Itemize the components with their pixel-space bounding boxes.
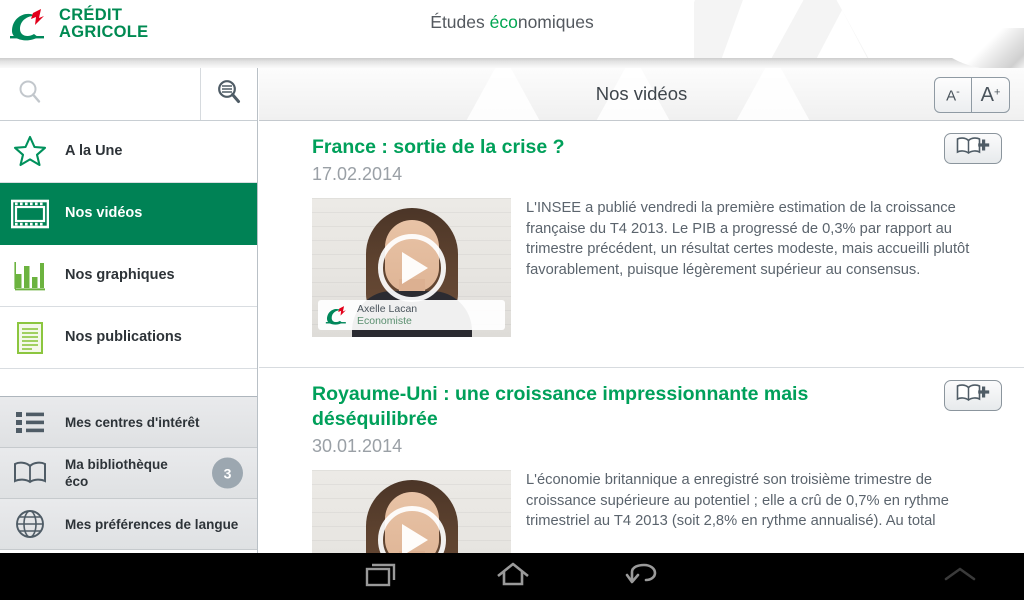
- document-search-icon: [215, 78, 243, 111]
- article-title[interactable]: France : sortie de la crise ?: [259, 135, 1024, 160]
- sidebar-item-label: A la Une: [65, 143, 123, 159]
- search-icon: [16, 78, 44, 111]
- sidebar: A la Une Nos vidéos Nos graphiques Nos p…: [0, 68, 258, 553]
- sidebar-divider: [0, 369, 257, 397]
- app-title-part-3: nomiques: [517, 12, 594, 32]
- sidebar-item-nos-publications[interactable]: Nos publications: [0, 307, 257, 369]
- article-text: L'économie britannique a enregistré son …: [526, 472, 949, 529]
- search-input-wrapper[interactable]: [0, 68, 201, 120]
- font-decrease-label: A: [946, 87, 957, 105]
- sidebar-item-label: Ma bibliothèque éco: [65, 456, 168, 490]
- article-item[interactable]: Royaume-Uni : une croissance impressionn…: [259, 367, 1024, 553]
- bar-chart-icon: [10, 260, 50, 292]
- film-strip-icon: [10, 199, 50, 229]
- sidebar-item-label: Mes préférences de langue: [65, 516, 239, 532]
- sidebar-item-label: Nos publications: [65, 329, 182, 345]
- font-decrease-button[interactable]: A-: [935, 78, 972, 112]
- add-to-library-button[interactable]: [944, 380, 1002, 411]
- sidebar-item-mes-preferences-de-langue[interactable]: Mes préférences de langue: [0, 499, 257, 550]
- header-divider: [0, 58, 1024, 68]
- article-date: 17.02.2014: [312, 164, 403, 184]
- credit-agricole-mark-icon: [324, 305, 350, 325]
- book-icon: [10, 460, 50, 486]
- font-size-controls: A- A+: [934, 77, 1010, 113]
- content-panel: Nos vidéos A- A+ France : sortie de la c…: [259, 68, 1024, 553]
- sidebar-item-a-la-une[interactable]: A la Une: [0, 121, 257, 183]
- article-text: L'INSEE a publié vendredi la première es…: [526, 200, 970, 278]
- list-icon: [10, 410, 50, 434]
- recent-apps-button[interactable]: [323, 553, 443, 600]
- speaker-role: Economiste: [357, 315, 412, 327]
- expand-navbar-button[interactable]: [900, 553, 1020, 600]
- sidebar-item-label: Mes centres d'intérêt: [65, 414, 200, 430]
- speaker-caption: Axelle Lacan Economiste: [318, 300, 505, 330]
- app-root: CRÉDIT AGRICOLE Études économiques A la …: [0, 0, 1024, 600]
- sidebar-item-ma-bibliotheque-eco[interactable]: Ma bibliothèque éco 3: [0, 448, 257, 499]
- video-thumbnail[interactable]: [312, 470, 511, 553]
- speaker-info: Axelle Lacan Economiste: [357, 303, 417, 327]
- home-button[interactable]: [453, 553, 573, 600]
- sidebar-item-label: Nos vidéos: [65, 205, 143, 221]
- article-date: 30.01.2014: [312, 436, 403, 456]
- app-title-part-1: Études: [430, 12, 490, 32]
- article-body: L'économie britannique a enregistré son …: [259, 458, 1024, 553]
- search-bar: [0, 68, 257, 121]
- font-increase-label: A: [980, 83, 994, 106]
- article-title[interactable]: Royaume-Uni : une croissance impressionn…: [259, 382, 1024, 432]
- android-navigation-bar: [0, 553, 1024, 600]
- speaker-name: Axelle Lacan: [357, 303, 418, 315]
- chevron-up-icon: [940, 564, 980, 589]
- back-icon: [624, 559, 662, 594]
- sidebar-item-label-line-1: Ma bibliothèque: [65, 457, 168, 472]
- add-to-library-button[interactable]: [944, 133, 1002, 164]
- star-icon: [10, 135, 50, 168]
- sidebar-item-label-line-2: éco: [65, 474, 89, 489]
- document-icon: [10, 321, 50, 355]
- video-thumbnail[interactable]: Axelle Lacan Economiste: [312, 198, 511, 337]
- sidebar-item-mes-centres-d-interet[interactable]: Mes centres d'intérêt: [0, 397, 257, 448]
- app-title-part-2: éco: [489, 12, 518, 32]
- article-item[interactable]: France : sortie de la crise ? 17.02.2014: [259, 121, 1024, 353]
- font-decrease-sign: -: [956, 85, 960, 98]
- sidebar-item-nos-videos[interactable]: Nos vidéos: [0, 183, 257, 245]
- font-increase-button[interactable]: A+: [972, 78, 1009, 112]
- globe-icon: [10, 509, 50, 539]
- recent-apps-icon: [364, 559, 402, 594]
- add-to-library-icon: [956, 383, 990, 408]
- back-button[interactable]: [583, 553, 703, 600]
- content-header: Nos vidéos A- A+: [259, 68, 1024, 121]
- page-title: Nos vidéos: [595, 83, 688, 104]
- status-badge: 3: [212, 457, 243, 489]
- app-title: Études économiques: [0, 12, 1024, 33]
- advanced-search-button[interactable]: [201, 68, 257, 120]
- play-icon[interactable]: [377, 233, 446, 302]
- top-bar: CRÉDIT AGRICOLE Études économiques: [0, 0, 1024, 58]
- font-increase-sign: +: [993, 86, 1001, 99]
- article-body: Axelle Lacan Economiste L'INSEE a publié…: [259, 186, 1024, 353]
- sidebar-item-nos-graphiques[interactable]: Nos graphiques: [0, 245, 257, 307]
- add-to-library-icon: [956, 136, 990, 161]
- home-icon: [494, 559, 532, 594]
- sidebar-item-label: Nos graphiques: [65, 267, 175, 283]
